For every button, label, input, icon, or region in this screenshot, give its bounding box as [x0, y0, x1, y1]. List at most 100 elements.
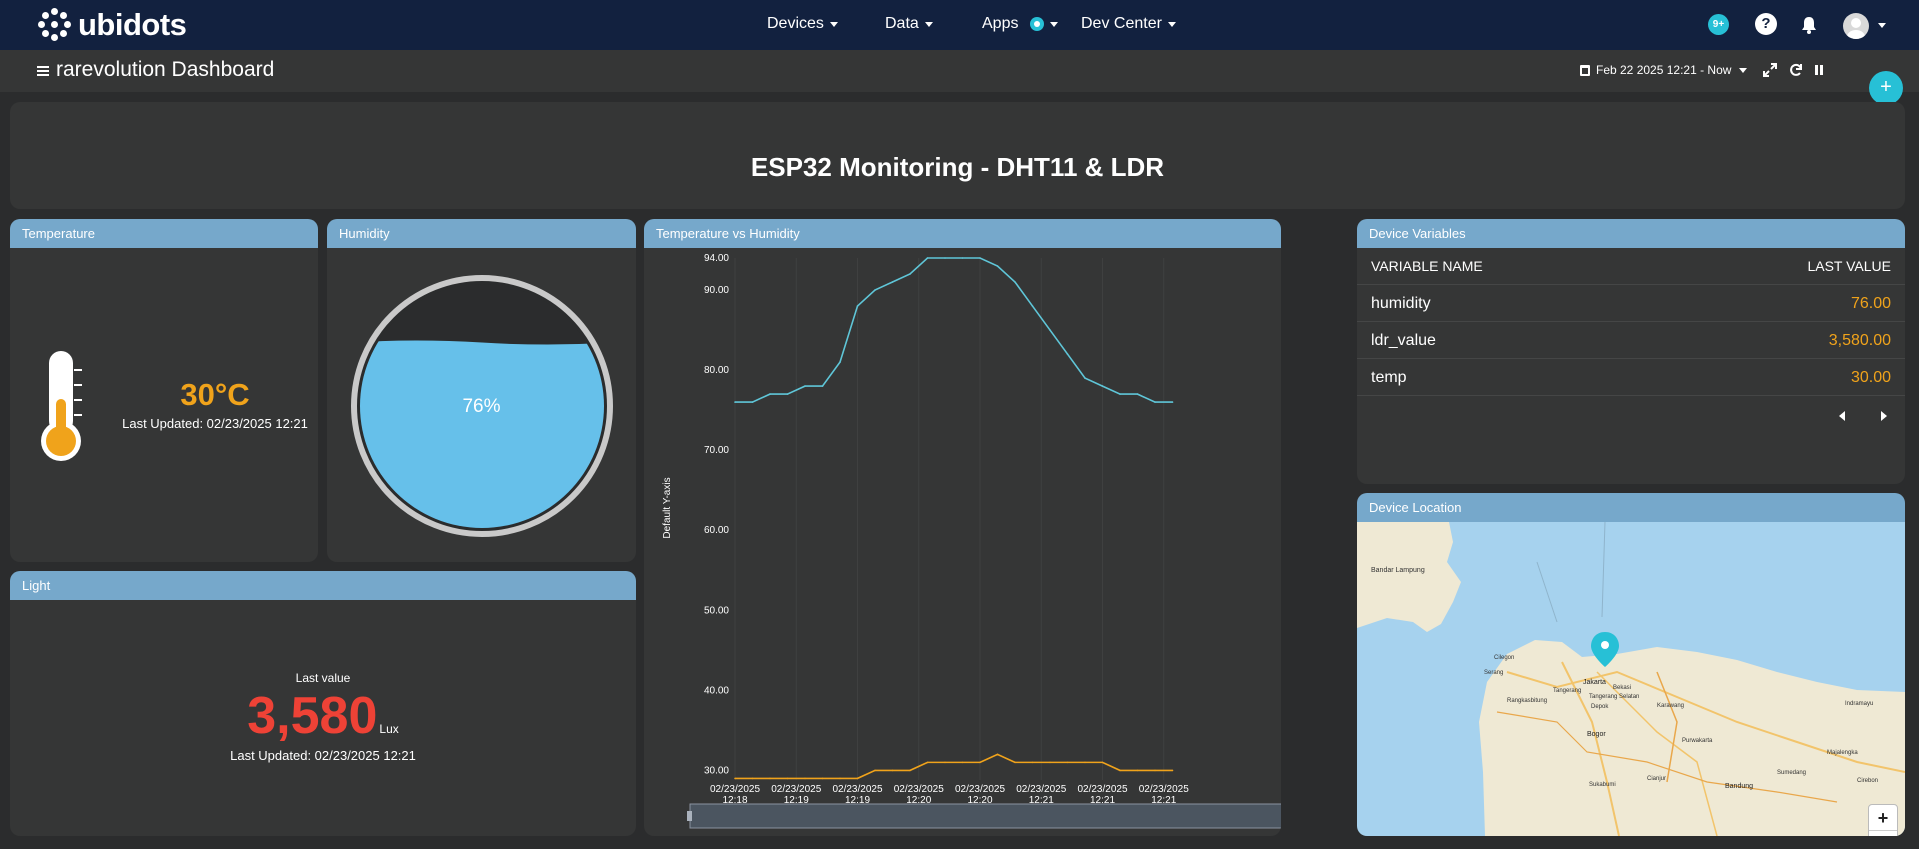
- map-label: Bekasi: [1613, 685, 1631, 691]
- series-line-1: [735, 753, 1173, 780]
- help-icon[interactable]: ?: [1755, 13, 1777, 35]
- map-label: Majalengka: [1827, 750, 1858, 756]
- data-point: [734, 777, 736, 780]
- nav-apps[interactable]: Apps: [982, 15, 1059, 33]
- chevron-down-icon[interactable]: [1878, 23, 1886, 28]
- range-handle-left: [687, 811, 692, 821]
- data-point: [1154, 769, 1156, 772]
- data-point: [1101, 385, 1104, 387]
- data-point: [996, 265, 999, 267]
- logo-dots-icon: [38, 8, 72, 42]
- map-label: Jakarta: [1583, 679, 1606, 686]
- y-tick-label: 40.00: [704, 685, 729, 696]
- zoom-in-button[interactable]: +: [1869, 805, 1897, 831]
- y-tick-label: 30.00: [704, 765, 729, 776]
- data-point: [1031, 761, 1034, 764]
- chart-widget[interactable]: Temperature vs Humidity 94.00 90.00 80.00 7…: [644, 219, 1281, 836]
- nav-dev-center[interactable]: Dev Center: [1081, 15, 1176, 33]
- data-point: [734, 401, 736, 403]
- variables-table-header: VARIABLE NAME LAST VALUE: [1357, 247, 1905, 285]
- y-tick-label: 80.00: [704, 365, 729, 376]
- prev-page-icon[interactable]: [1838, 411, 1846, 421]
- light-value: 3,580: [247, 687, 378, 745]
- expand-icon[interactable]: [1763, 63, 1777, 77]
- y-tick-label: 90.00: [704, 285, 729, 296]
- data-point: [1171, 401, 1174, 403]
- data-point: [1154, 401, 1156, 403]
- data-point: [961, 257, 964, 259]
- temperature-value: 30°C: [180, 377, 250, 412]
- map-label: Depok: [1591, 704, 1609, 710]
- temperature-header: Temperature: [10, 219, 318, 248]
- humidity-widget[interactable]: Humidity 76%: [327, 219, 636, 562]
- data-point: [874, 769, 876, 772]
- data-point: [804, 777, 806, 780]
- data-point: [961, 761, 964, 764]
- brand-name: ubidots: [78, 7, 187, 42]
- data-point: [1066, 761, 1069, 764]
- banner-title: ESP32 Monitoring - DHT11 & LDR: [750, 152, 1165, 182]
- zoom-out-button[interactable]: −: [1869, 831, 1897, 836]
- next-page-icon[interactable]: [1880, 411, 1888, 421]
- nav-data[interactable]: Data: [885, 15, 933, 33]
- nav-data-label: Data: [885, 15, 919, 32]
- data-point: [856, 777, 859, 780]
- map-zoom-control: + −: [1868, 804, 1898, 836]
- light-widget[interactable]: Light Last value 3,580 Lux Last Updated: …: [10, 571, 636, 836]
- chevron-down-icon: [1050, 21, 1059, 27]
- temperature-updated: Last Updated: 02/23/2025 12:21: [122, 416, 308, 431]
- bell-icon[interactable]: [1798, 14, 1820, 36]
- map-label: Purwakarta: [1682, 738, 1713, 744]
- data-point: [786, 393, 789, 395]
- variables-widget[interactable]: Device Variables VARIABLE NAME LAST VALU…: [1357, 219, 1905, 484]
- chart-header: Temperature vs Humidity: [644, 219, 1281, 248]
- map-canvas[interactable]: Bandar Lampung Cilegon Serang Jakarta Be…: [1357, 522, 1905, 836]
- date-range-picker[interactable]: Feb 22 2025 12:21 - Now: [1580, 63, 1748, 77]
- add-widget-button[interactable]: +: [1869, 71, 1903, 105]
- variable-value: 3,580.00: [1828, 332, 1891, 349]
- data-point: [1136, 769, 1139, 772]
- map-widget[interactable]: Device Location Bandar Lampung Cilegon S…: [1357, 493, 1905, 836]
- variable-name: temp: [1371, 369, 1407, 386]
- table-row[interactable]: humidity 76.00: [1357, 285, 1905, 322]
- line-chart[interactable]: 94.00 90.00 80.00 70.00 60.00 50.00 40.00 30.00…: [644, 248, 1281, 836]
- map-label: Bogor: [1587, 731, 1606, 738]
- humidity-header: Humidity: [327, 219, 636, 248]
- date-range-label: Feb 22 2025 12:21 - Now: [1596, 63, 1732, 77]
- variable-value: 30.00: [1850, 369, 1891, 386]
- map-label: Cianjur: [1647, 776, 1666, 782]
- title-widget: ESP32 Monitoring - DHT11 & LDR: [10, 102, 1905, 209]
- data-point: [1066, 353, 1069, 355]
- map-label: Bandung: [1725, 783, 1753, 790]
- menu-icon[interactable]: [37, 66, 49, 76]
- data-point: [821, 385, 824, 387]
- map-label: Tangerang: [1553, 688, 1581, 694]
- map-label: Sukabumi: [1589, 782, 1616, 788]
- data-point: [944, 257, 946, 259]
- table-row[interactable]: ldr_value 3,580.00: [1357, 322, 1905, 359]
- refresh-icon[interactable]: [1789, 63, 1803, 77]
- nav-devices[interactable]: Devices: [767, 15, 838, 33]
- data-point: [786, 777, 789, 780]
- data-point: [769, 777, 771, 780]
- temperature-widget[interactable]: Temperature 30°C Last Updated: 02/23/202…: [10, 219, 318, 562]
- notifications-badge[interactable]: 9+: [1708, 14, 1729, 35]
- data-point: [1084, 761, 1086, 764]
- y-tick-label: 94.00: [704, 253, 729, 264]
- dashboard-title[interactable]: rarevolution Dashboard: [56, 58, 274, 82]
- top-nav: ubidots Devices Data Apps Dev Center 9+ …: [0, 0, 1919, 50]
- x-tick-label: 02/23/2025: [771, 784, 821, 795]
- data-point: [909, 769, 911, 772]
- ubidots-logo[interactable]: ubidots: [38, 7, 187, 43]
- chevron-down-icon: [924, 21, 933, 27]
- map-label: Sumedang: [1777, 770, 1806, 776]
- pause-icon[interactable]: [1812, 63, 1826, 77]
- data-point: [821, 777, 824, 780]
- y-axis-label: Default Y-axis: [662, 477, 673, 538]
- table-row[interactable]: temp 30.00: [1357, 359, 1905, 396]
- light-header: Light: [10, 571, 636, 600]
- data-point: [1014, 761, 1016, 764]
- data-point: [1101, 761, 1104, 764]
- data-point: [1084, 377, 1086, 379]
- avatar[interactable]: [1843, 13, 1869, 39]
